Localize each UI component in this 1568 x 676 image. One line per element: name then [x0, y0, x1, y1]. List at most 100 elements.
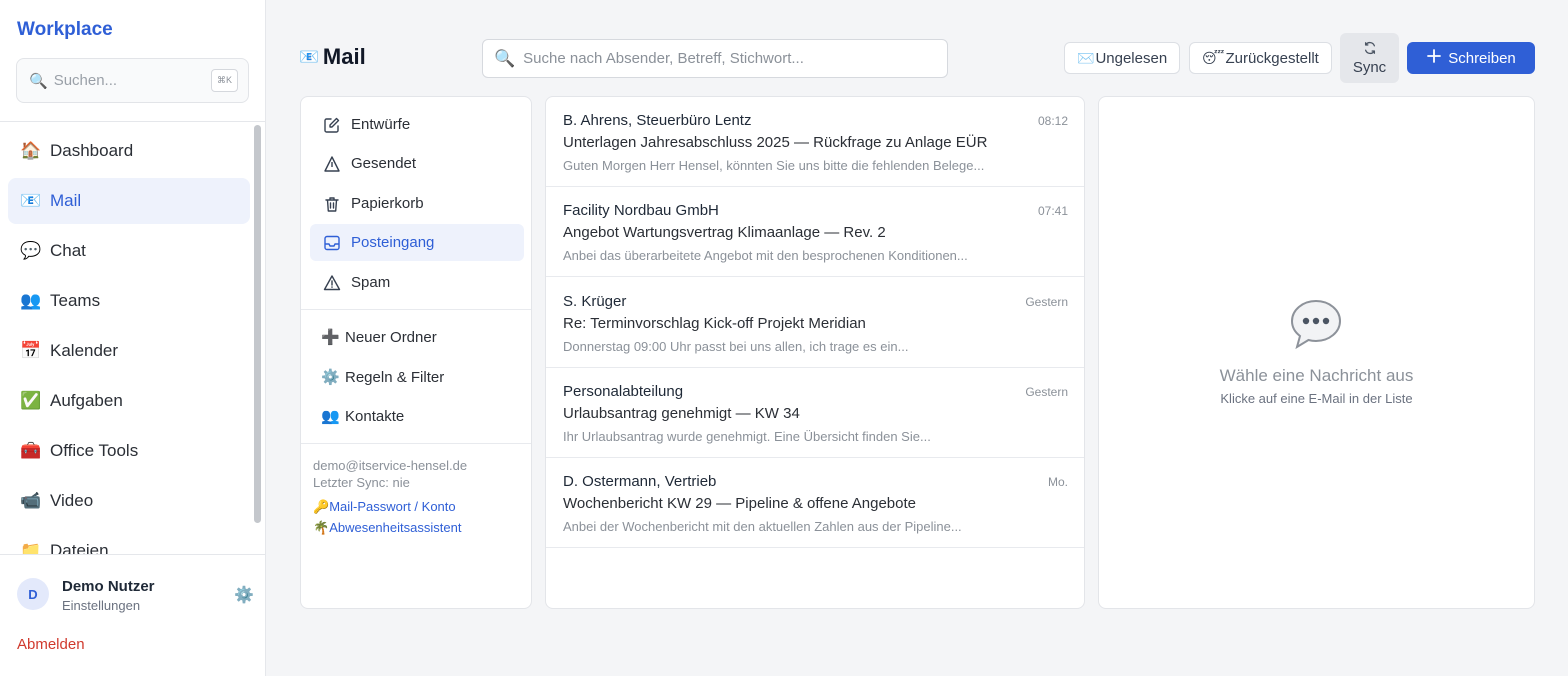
toolbox-icon: 🧰 [20, 441, 42, 460]
message-preview: Guten Morgen Herr Hensel, könnten Sie un… [563, 158, 985, 173]
page-title: 📧 Mail [299, 44, 366, 70]
snoozed-filter-label: Zurückgestellt [1225, 49, 1319, 67]
folder-label: Papierkorb [351, 195, 424, 212]
sidebar-scrollbar[interactable] [254, 125, 261, 523]
link-label: Abwesenheitsassistent [329, 520, 462, 535]
message-preview: Anbei das überarbeitete Angebot mit den … [563, 248, 968, 263]
mail-search-input[interactable] [523, 50, 947, 67]
message-subject: Angebot Wartungsvertrag Klimaanlage — Re… [563, 224, 886, 241]
message-row[interactable]: Personalabteilung Gestern Urlaubsantrag … [546, 368, 1084, 458]
trash-icon [323, 195, 351, 213]
empty-state-title: Wähle eine Nachricht aus [1219, 366, 1414, 385]
user-name: Demo Nutzer [62, 578, 155, 595]
message-row[interactable]: S. Krüger Gestern Re: Terminvorschlag Ki… [546, 278, 1084, 368]
sidebar-item-label: Mail [50, 191, 82, 210]
message-preview: Anbei der Wochenbericht mit den aktuelle… [563, 519, 962, 534]
mail-icon: 📧 [299, 49, 319, 66]
snoozed-filter-button[interactable]: 😴 Zurückgestellt [1189, 42, 1332, 74]
edit-icon [323, 116, 351, 134]
mail-password-link[interactable]: 🔑Mail-Passwort / Konto [313, 499, 456, 515]
folder-icon: 📁 [20, 541, 42, 554]
contacts-button[interactable]: 👥 Kontakte [321, 407, 404, 426]
message-subject: Wochenbericht KW 29 — Pipeline & offene … [563, 495, 917, 512]
sidebar-item-label: Dashboard [50, 141, 134, 160]
sync-label: Sync [1352, 58, 1387, 76]
extra-label: Neuer Ordner [345, 328, 437, 346]
empty-state-subtitle: Klicke auf eine E-Mail in der Liste [1220, 391, 1413, 406]
sleeping-face-icon: 😴 [1202, 49, 1225, 66]
mail-search[interactable]: 🔍 [482, 39, 948, 78]
folder-spam[interactable]: Spam [310, 264, 524, 301]
folder-panel: Entwürfe Gesendet Papierkorb Posteingang… [300, 96, 532, 609]
envelope-icon: ✉️ [1077, 49, 1095, 66]
gear-icon: ⚙️ [321, 369, 340, 386]
message-time: 07:41 [1037, 204, 1068, 218]
sidebar-item-kalender[interactable]: 📅 Kalender [8, 328, 250, 374]
folder-drafts[interactable]: Entwürfe [310, 106, 524, 143]
account-email: demo@itservice-hensel.de [313, 458, 468, 473]
message-row[interactable]: D. Ostermann, Vertrieb Mo. Wochenbericht… [546, 458, 1084, 548]
avatar[interactable]: D [17, 578, 49, 610]
refresh-icon [1363, 41, 1377, 57]
gear-icon[interactable]: ⚙️ [234, 585, 254, 605]
link-label: Mail-Passwort / Konto [329, 499, 456, 514]
sidebar-item-aufgaben[interactable]: ✅ Aufgaben [8, 378, 250, 424]
calendar-icon: 📅 [20, 341, 42, 360]
unread-filter-label: Ungelesen [1095, 49, 1168, 67]
sidebar-nav: 🏠 Dashboard 📧 Mail 💬 Chat 👥 Teams 📅 Kalender ✅ Aufg… [8, 128, 250, 554]
shortcut-badge: ⌘K [210, 69, 238, 92]
people-icon: 👥 [20, 291, 42, 310]
message-subject: Re: Terminvorschlag Kick-off Projekt Mer… [563, 315, 866, 332]
message-time: Gestern [1025, 385, 1068, 399]
sidebar-item-label: Office Tools [50, 441, 139, 460]
plus-icon: ➕ [321, 329, 340, 346]
folder-label: Entwürfe [351, 116, 411, 133]
folder-inbox[interactable]: Posteingang [310, 224, 524, 261]
sidebar: Workplace 🔍 Suchen... ⌘K 🏠 Dashboard 📧 Mail… [0, 0, 266, 676]
message-subject: Urlaubsantrag genehmigt — KW 34 [563, 405, 800, 422]
brand-logo[interactable]: Workplace [17, 19, 113, 41]
rules-filters-button[interactable]: ⚙️ Regeln & Filter [321, 368, 445, 387]
reading-pane: Wähle eine Nachricht aus Klicke auf eine… [1098, 96, 1535, 609]
folder-sent[interactable]: Gesendet [310, 145, 524, 182]
sidebar-item-mail[interactable]: 📧 Mail [8, 178, 250, 224]
search-icon: 🔍 [494, 48, 516, 68]
sidebar-divider [0, 121, 265, 122]
user-settings-link[interactable]: Einstellungen [62, 598, 140, 613]
sidebar-item-dateien[interactable]: 📁 Dateien [8, 528, 250, 554]
folder-trash[interactable]: Papierkorb [310, 185, 524, 222]
sync-button[interactable]: Sync [1340, 33, 1399, 83]
video-camera-icon: 📹 [20, 491, 42, 510]
sidebar-search-input[interactable]: 🔍 Suchen... ⌘K [16, 58, 249, 103]
extra-label: Regeln & Filter [345, 368, 445, 386]
speech-bubble-icon: 💬 [20, 241, 42, 260]
message-row[interactable]: B. Ahrens, Steuerbüro Lentz 08:12 Unterl… [546, 97, 1084, 187]
mail-icon: 📧 [20, 191, 42, 210]
sidebar-item-chat[interactable]: 💬 Chat [8, 228, 250, 274]
sidebar-item-video[interactable]: 📹 Video [8, 478, 250, 524]
key-icon: 🔑 [313, 499, 330, 514]
sidebar-item-teams[interactable]: 👥 Teams [8, 278, 250, 324]
compose-button[interactable]: Schreiben [1407, 42, 1535, 74]
folder-divider [301, 443, 531, 444]
sidebar-item-label: Dateien [50, 541, 109, 554]
unread-filter-button[interactable]: ✉️ Ungelesen [1064, 42, 1181, 74]
message-sender: B. Ahrens, Steuerbüro Lentz [563, 112, 752, 129]
sidebar-item-label: Chat [50, 241, 86, 260]
new-folder-button[interactable]: ➕ Neuer Ordner [321, 328, 437, 347]
sidebar-item-dashboard[interactable]: 🏠 Dashboard [8, 128, 250, 174]
folder-label: Posteingang [351, 234, 435, 251]
message-sender: Facility Nordbau GmbH [563, 202, 719, 219]
message-row[interactable]: Facility Nordbau GmbH 07:41 Angebot Wart… [546, 187, 1084, 277]
sidebar-search-placeholder: Suchen... [53, 72, 118, 89]
search-icon: 🔍 [29, 72, 48, 90]
sidebar-item-label: Video [50, 491, 94, 510]
sidebar-item-office-tools[interactable]: 🧰 Office Tools [8, 428, 250, 474]
house-icon: 🏠 [20, 141, 42, 160]
plus-icon [1426, 48, 1442, 68]
logout-link[interactable]: Abmelden [17, 636, 85, 653]
out-of-office-link[interactable]: 🌴Abwesenheitsassistent [313, 520, 461, 536]
message-time: Gestern [1025, 295, 1068, 309]
user-divider [0, 554, 265, 555]
sidebar-item-label: Kalender [50, 341, 119, 360]
